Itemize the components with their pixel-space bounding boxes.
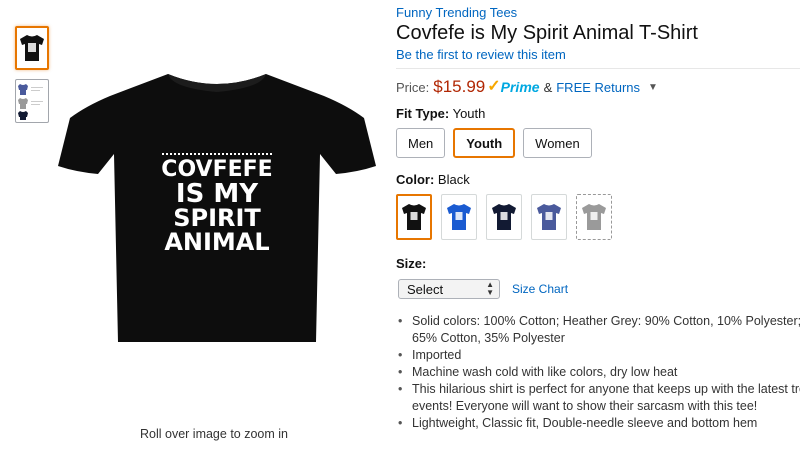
swatch-black[interactable]	[396, 194, 432, 240]
prime-label: Prime	[500, 79, 540, 95]
prime-badge: ✓ Prime	[487, 78, 540, 96]
select-arrows-icon: ▲ ▼	[486, 280, 494, 297]
fit-type-options: Men Youth Women	[396, 128, 592, 158]
main-product-image[interactable]: COVFEFE IS MY SPIRIT ANIMAL	[58, 58, 376, 350]
variants-thumbnail-icon	[18, 84, 43, 120]
color-row: Color: Black	[396, 172, 470, 187]
feature-bullet-continuation: 65% Cotton, 35% Polyester	[412, 331, 565, 345]
tshirt-swatch-icon	[492, 204, 516, 230]
feature-bullet: Solid colors: 100% Cotton; Heather Grey:…	[398, 313, 800, 330]
feature-bullet: Machine wash cold with like colors, dry …	[398, 364, 800, 381]
size-row: Size:	[396, 256, 426, 271]
thumbnail-black-shirt[interactable]	[15, 26, 49, 70]
free-returns-link[interactable]: FREE Returns	[556, 80, 640, 95]
fit-type-selected: Youth	[452, 106, 486, 121]
amp-text: &	[543, 79, 553, 95]
color-swatches	[396, 194, 612, 240]
fit-option-men[interactable]: Men	[396, 128, 446, 158]
feature-bullet-continuation: events! Everyone will want to show their…	[412, 399, 758, 413]
divider	[396, 68, 800, 69]
thumbnail-color-variants[interactable]	[15, 79, 49, 123]
swatch-navy[interactable]	[486, 194, 522, 240]
tshirt-swatch-icon	[447, 204, 471, 230]
price-label: Price:	[396, 79, 430, 95]
price-value: $15.99	[433, 77, 486, 96]
tshirt-swatch-icon	[402, 204, 426, 230]
swatch-heather-blue[interactable]	[531, 194, 567, 240]
fit-option-youth[interactable]: Youth	[453, 128, 516, 158]
size-chart-link[interactable]: Size Chart	[512, 282, 568, 296]
product-title: Covfefe is My Spirit Animal T-Shirt	[396, 22, 698, 44]
feature-bullets: Solid colors: 100% Cotton; Heather Grey:…	[398, 313, 800, 432]
color-selected: Black	[437, 172, 470, 187]
fit-type-row: Fit Type: Youth	[396, 106, 485, 121]
swatch-royal-blue[interactable]	[441, 194, 477, 240]
zoom-hint: Roll over image to zoom in	[140, 427, 288, 441]
size-dropdown[interactable]: Select ▲ ▼	[398, 279, 500, 299]
tshirt-image: COVFEFE IS MY SPIRIT ANIMAL	[58, 74, 376, 342]
swatch-heather-grey[interactable]	[576, 194, 612, 240]
color-label: Color:	[396, 172, 435, 187]
review-link[interactable]: Be the first to review this item	[396, 47, 566, 62]
image-thumbnails	[15, 26, 49, 132]
prime-check-icon: ✓	[487, 78, 501, 95]
size-selected: Select	[407, 281, 444, 297]
feature-bullet: Lightweight, Classic fit, Double-needle …	[398, 415, 800, 432]
price-row: Price: $15.99 ✓ Prime & FREE Returns ▼	[396, 77, 658, 97]
brand-link[interactable]: Funny Trending Tees	[396, 5, 517, 20]
fit-type-label: Fit Type:	[396, 106, 450, 121]
chevron-down-icon[interactable]: ▼	[648, 82, 658, 93]
tshirt-swatch-icon	[537, 204, 561, 230]
feature-bullet: This hilarious shirt is perfect for anyo…	[398, 381, 800, 398]
fit-option-women[interactable]: Women	[523, 128, 592, 158]
tshirt-thumbnail-icon	[20, 35, 44, 61]
shirt-text-line-4: ANIMAL	[164, 228, 269, 256]
feature-bullet: Imported	[398, 347, 800, 364]
tshirt-swatch-icon	[582, 204, 606, 230]
size-label: Size:	[396, 256, 427, 271]
